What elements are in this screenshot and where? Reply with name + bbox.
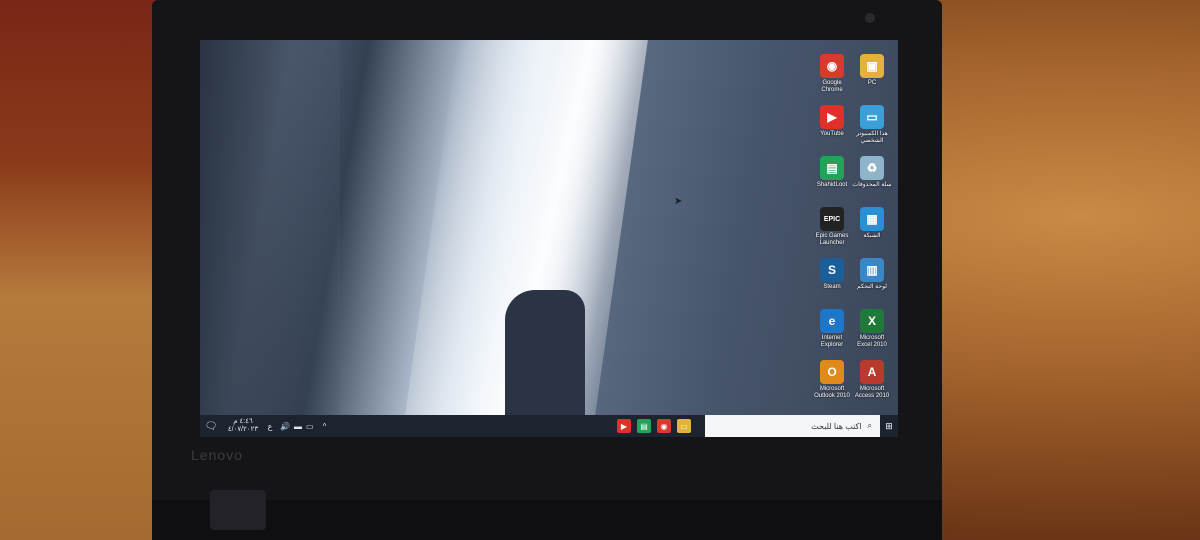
desktop-icon-shahid[interactable]: ▤ ShahidLoot [812, 156, 852, 189]
desktop-icon-steam[interactable]: S Steam [812, 258, 852, 291]
search-box[interactable]: اكتب هنا للبحث ⌕ [705, 415, 880, 437]
control-icon: ▥ [860, 258, 884, 282]
notification-icon[interactable]: 🗨 [200, 421, 222, 432]
taskbar-app-youtube[interactable]: ▶ [617, 419, 631, 433]
desktop-icon-excel[interactable]: X Microsoft Excel 2010 [852, 309, 892, 349]
desktop-icon-label: لوحة التحكم [856, 284, 887, 290]
search-placeholder: اكتب هنا للبحث [811, 421, 862, 431]
desktop-icon-label: سلة المحذوفات [852, 182, 892, 188]
mouse-cursor-icon: ➤ [674, 196, 683, 207]
search-icon: ⌕ [867, 421, 872, 430]
desktop-icon-control[interactable]: ▥ لوحة التحكم [852, 258, 892, 291]
desktop-icon-label: Microsoft Access 2010 [854, 386, 890, 399]
clock-time: ٤:٤٦ م [233, 418, 253, 425]
pc-icon: ▣ [860, 54, 884, 78]
outlook-icon: O [820, 360, 844, 384]
steam-icon: S [820, 258, 844, 282]
shahid-icon: ▤ [820, 156, 844, 180]
desktop-icon-label: PC [867, 80, 877, 86]
desktop-icon-youtube[interactable]: ▶ YouTube [812, 105, 852, 138]
recycle-icon: ♻ [860, 156, 884, 180]
desktop-icon-label: Epic Games Launcher [815, 233, 849, 246]
show-hidden-icons-button[interactable]: ^ [318, 422, 332, 431]
desktop-icon-label: هذا الكمبيوتر الشخصي [856, 131, 888, 144]
desktop-icon-label: Internet Explorer [820, 335, 844, 348]
desktop-screen: ➤ ◉ Google Chrome ▣ PC ▶ YouTube ▭ هذا الكمبيوت… [200, 40, 898, 437]
start-button[interactable]: ⊞ [880, 421, 898, 432]
desktop-icon-label: ShahidLoot [816, 182, 848, 188]
desktop-icon-label: YouTube [820, 131, 844, 137]
network-icon: ▦ [860, 207, 884, 231]
desktop-icon-epic[interactable]: EPIC Epic Games Launcher [812, 207, 852, 247]
taskbar: 🗨 ٤:٤٦ م ٤/٠٧/٢٠٢٣ ع 🔊 ▬ ▭ ^ ▶ ▤ ◉ ▭ اكتب ه… [200, 415, 898, 437]
desktop-icon-label: Microsoft Excel 2010 [857, 335, 887, 348]
chrome-icon: ◉ [820, 54, 844, 78]
language-indicator[interactable]: ع [264, 422, 276, 431]
ie-icon: e [820, 309, 844, 333]
clock-date: ٤/٠٧/٢٠٢٣ [227, 426, 259, 433]
clock[interactable]: ٤:٤٦ م ٤/٠٧/٢٠٢٣ [222, 418, 264, 434]
desktop-icon-network[interactable]: ▦ الشبكة [852, 207, 892, 240]
network-icon[interactable]: ▭ [306, 422, 314, 431]
desktop-icon-chrome[interactable]: ◉ Google Chrome [812, 54, 852, 94]
taskbar-app-file-explorer[interactable]: ▭ [677, 419, 691, 433]
taskbar-app-shahid[interactable]: ▤ [637, 419, 651, 433]
laptop-base [152, 500, 942, 540]
taskbar-app-chrome[interactable]: ◉ [657, 419, 671, 433]
wallpaper-rock [200, 40, 340, 437]
desktop-icon-pc[interactable]: ▣ PC [852, 54, 892, 87]
desktop-icon-ie[interactable]: e Internet Explorer [812, 309, 852, 349]
brand-logo: Lenovo [191, 447, 243, 463]
system-tray: 🔊 ▬ ▭ [276, 422, 318, 431]
wallpaper-boulder [505, 290, 585, 420]
desktop-icon-access[interactable]: A Microsoft Access 2010 [852, 360, 892, 400]
excel-icon: X [860, 309, 884, 333]
webcam [865, 13, 875, 23]
battery-icon[interactable]: ▬ [294, 422, 302, 431]
desktop-icon-label: Microsoft Outlook 2010 [814, 386, 850, 399]
desktop-icon-thispc[interactable]: ▭ هذا الكمبيوتر الشخصي [852, 105, 892, 145]
youtube-icon: ▶ [820, 105, 844, 129]
thispc-icon: ▭ [860, 105, 884, 129]
access-icon: A [860, 360, 884, 384]
volume-icon[interactable]: 🔊 [280, 422, 290, 431]
desktop-icon-label: Google Chrome [821, 80, 843, 93]
epic-icon: EPIC [820, 207, 844, 231]
pinned-apps: ▶ ▤ ◉ ▭ [617, 419, 705, 433]
desktop-icon-recycle[interactable]: ♻ سلة المحذوفات [852, 156, 892, 189]
desktop-icon-label: Steam [823, 284, 841, 290]
laptop-hinge [210, 490, 266, 530]
desktop-icon-label: الشبكة [863, 233, 881, 239]
desktop-icon-outlook[interactable]: O Microsoft Outlook 2010 [812, 360, 852, 400]
